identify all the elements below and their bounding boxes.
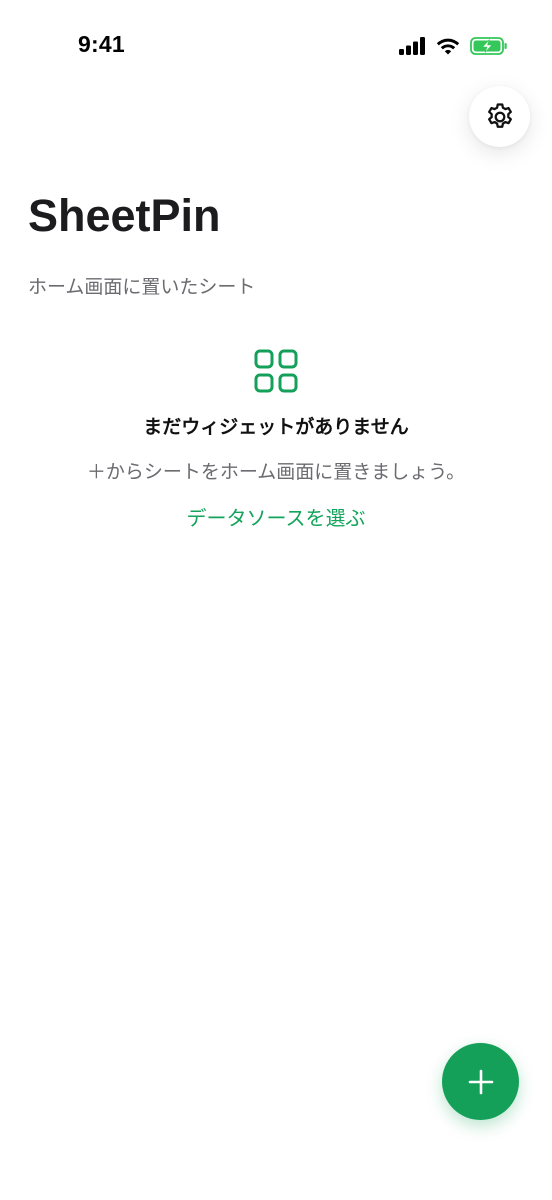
empty-state-title: まだウィジェットがありません — [143, 416, 409, 438]
page-title: SheetPin — [28, 190, 221, 241]
status-time: 9:41 — [78, 31, 125, 57]
battery-charging-icon — [470, 37, 507, 55]
plus-icon — [468, 1069, 493, 1094]
status-icons — [399, 34, 508, 58]
gear-icon — [487, 102, 512, 128]
wifi-icon — [436, 38, 460, 55]
page-subtitle: ホーム画面に置いたシート — [28, 276, 256, 298]
status-bar: 9:41 — [0, 0, 552, 92]
cellular-signal-icon — [399, 37, 425, 55]
grid-icon — [254, 349, 298, 393]
app-screen: 9:41 SheetPin ホーム画面に置いたシート まだウィジェットがありませ… — [0, 0, 552, 1200]
empty-state: まだウィジェットがありません ＋からシートをホーム画面に置きましょう。 データソ… — [0, 348, 552, 531]
add-widget-button[interactable] — [442, 1043, 519, 1120]
empty-state-message: ＋からシートをホーム画面に置きましょう。 — [86, 461, 466, 483]
choose-data-source-link[interactable]: データソースを選ぶ — [187, 502, 366, 531]
settings-button[interactable] — [469, 86, 530, 147]
